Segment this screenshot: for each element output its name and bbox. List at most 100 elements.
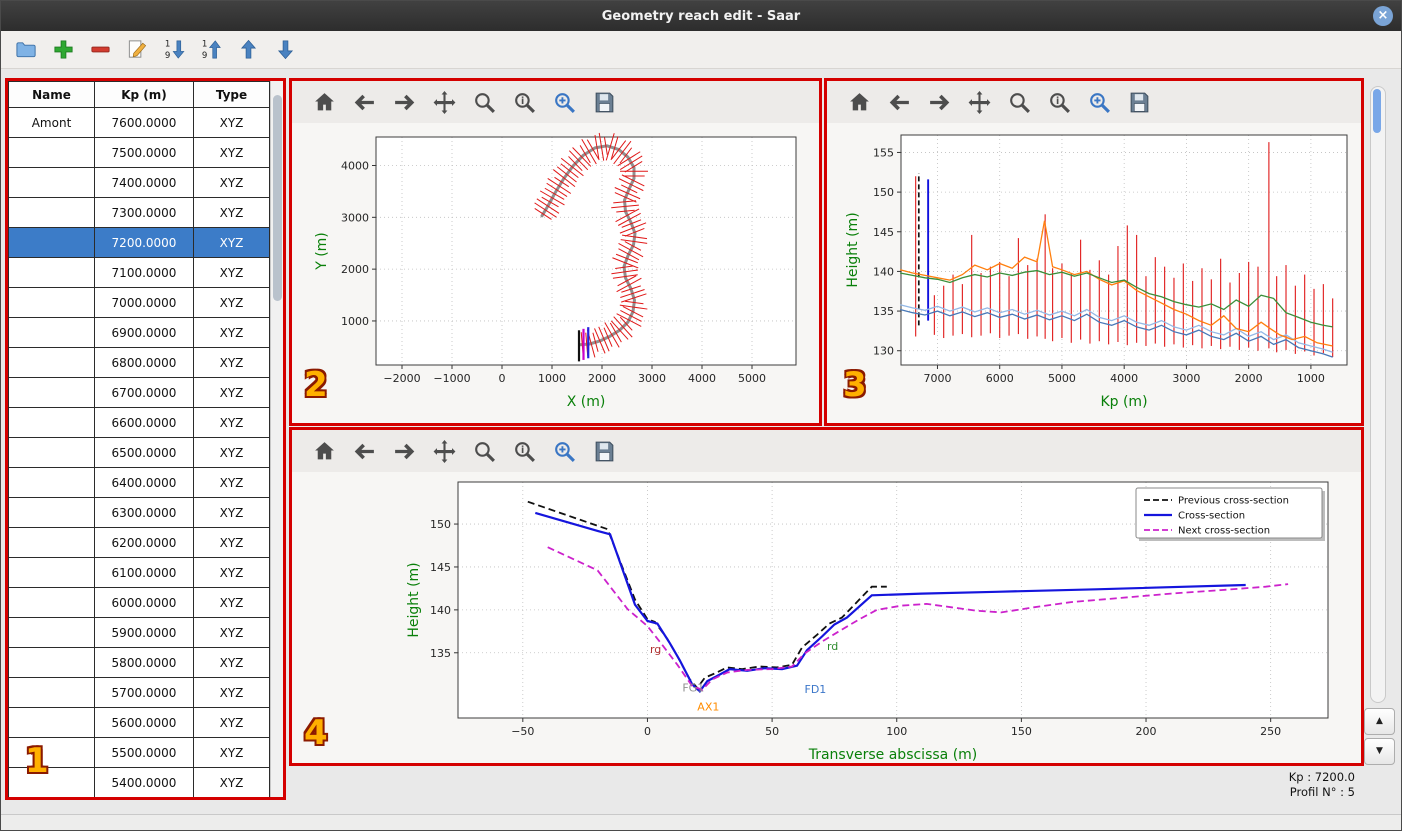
forward-button[interactable] (927, 90, 952, 115)
column-header-kp[interactable]: Kp (m) (94, 81, 194, 108)
pan-button[interactable] (967, 90, 992, 115)
edit-row-button[interactable] (126, 38, 149, 61)
table-row[interactable]: 7100.0000 XYZ (8, 257, 270, 288)
cell-type[interactable]: XYZ (193, 377, 270, 408)
save-button[interactable] (592, 439, 617, 464)
cell-kp[interactable]: 5700.0000 (94, 677, 194, 708)
cell-name[interactable] (8, 557, 95, 588)
cell-name[interactable] (8, 737, 95, 768)
cell-kp[interactable]: 7000.0000 (94, 287, 194, 318)
cell-name[interactable] (8, 617, 95, 648)
table-row[interactable]: 7500.0000 XYZ (8, 137, 270, 168)
save-button[interactable] (592, 90, 617, 115)
cell-type[interactable]: XYZ (193, 647, 270, 678)
cell-kp[interactable]: 6000.0000 (94, 587, 194, 618)
forward-button[interactable] (392, 90, 417, 115)
cell-kp[interactable]: 6300.0000 (94, 497, 194, 528)
table-row[interactable]: 7400.0000 XYZ (8, 167, 270, 198)
table-row[interactable]: 6500.0000 XYZ (8, 437, 270, 468)
cell-kp[interactable]: 5500.0000 (94, 737, 194, 768)
zoom-plus-button[interactable] (552, 439, 577, 464)
cell-kp[interactable]: 6500.0000 (94, 437, 194, 468)
table-row[interactable]: 7300.0000 XYZ (8, 197, 270, 228)
cell-name[interactable] (8, 437, 95, 468)
home-button[interactable] (312, 439, 337, 464)
table-row[interactable]: 6900.0000 XYZ (8, 317, 270, 348)
cell-name[interactable] (8, 587, 95, 618)
table-scrollbar[interactable] (270, 81, 283, 797)
cell-name[interactable] (8, 407, 95, 438)
zoom-button[interactable] (472, 439, 497, 464)
cell-name[interactable] (8, 287, 95, 318)
forward-button[interactable] (392, 439, 417, 464)
zoom-button[interactable] (1007, 90, 1032, 115)
table-row[interactable]: 5900.0000 XYZ (8, 617, 270, 648)
cell-kp[interactable]: 6800.0000 (94, 347, 194, 378)
back-button[interactable] (887, 90, 912, 115)
table-row[interactable]: 7000.0000 XYZ (8, 287, 270, 318)
cell-name[interactable] (8, 707, 95, 738)
sort-descending-button[interactable]: 19 (163, 38, 186, 61)
cell-name[interactable] (8, 317, 95, 348)
cell-kp[interactable]: 5800.0000 (94, 647, 194, 678)
close-button[interactable]: × (1373, 6, 1393, 26)
table-row[interactable]: 6700.0000 XYZ (8, 377, 270, 408)
table-row[interactable]: 7200.0000 XYZ (8, 227, 270, 258)
inspect-button[interactable]: i (512, 439, 537, 464)
table-row[interactable]: 6200.0000 XYZ (8, 527, 270, 558)
table-row[interactable]: 6400.0000 XYZ (8, 467, 270, 498)
cross-section-plot[interactable]: −50 0 50 100 150 200 250 135 140 145 150 Transverse… (292, 472, 1361, 763)
right-scrollbar-thumb[interactable] (1373, 89, 1381, 133)
home-button[interactable] (847, 90, 872, 115)
table-row[interactable]: 5600.0000 XYZ (8, 707, 270, 738)
remove-row-button[interactable] (89, 38, 112, 61)
table-row[interactable]: 6800.0000 XYZ (8, 347, 270, 378)
cell-kp[interactable]: 6700.0000 (94, 377, 194, 408)
cell-type[interactable]: XYZ (193, 197, 270, 228)
cell-type[interactable]: XYZ (193, 347, 270, 378)
back-button[interactable] (352, 439, 377, 464)
cell-kp[interactable]: 6600.0000 (94, 407, 194, 438)
cell-name[interactable] (8, 497, 95, 528)
pan-button[interactable] (432, 90, 457, 115)
cell-type[interactable]: XYZ (193, 317, 270, 348)
cell-type[interactable]: XYZ (193, 287, 270, 318)
cell-kp[interactable]: 5900.0000 (94, 617, 194, 648)
cell-type[interactable]: XYZ (193, 557, 270, 588)
cell-name[interactable] (8, 227, 95, 258)
table-row[interactable]: 6300.0000 XYZ (8, 497, 270, 528)
longitudinal-profile-plot[interactable]: 7000 6000 5000 4000 3000 2000 1000 130 135 140 145… (827, 123, 1361, 423)
longitudinal-profile-canvas[interactable]: 7000 6000 5000 4000 3000 2000 1000 130 135 140 145… (827, 123, 1361, 423)
profile-down-button[interactable]: ▼ (1364, 738, 1395, 765)
cell-kp[interactable]: 7200.0000 (94, 227, 194, 258)
cell-kp[interactable]: 7600.0000 (94, 107, 194, 138)
cell-type[interactable]: XYZ (193, 167, 270, 198)
save-button[interactable] (1127, 90, 1152, 115)
cell-type[interactable]: XYZ (193, 677, 270, 708)
cell-type[interactable]: XYZ (193, 137, 270, 168)
cell-type[interactable]: XYZ (193, 407, 270, 438)
table-scrollbar-thumb[interactable] (273, 95, 282, 301)
cell-name[interactable] (8, 527, 95, 558)
cell-name[interactable]: Amont (8, 107, 95, 138)
cell-type[interactable]: XYZ (193, 257, 270, 288)
cell-type[interactable]: XYZ (193, 527, 270, 558)
plan-view-plot[interactable]: −2000 −1000 0 1000 2000 3000 4000 5000 1000 2000 3… (292, 123, 819, 423)
cell-name[interactable] (8, 647, 95, 678)
sort-ascending-button[interactable]: 19 (200, 38, 223, 61)
table-row[interactable]: Amont 7600.0000 XYZ (8, 107, 270, 138)
cell-type[interactable]: XYZ (193, 227, 270, 258)
cell-name[interactable] (8, 137, 95, 168)
inspect-button[interactable]: i (1047, 90, 1072, 115)
cell-type[interactable]: XYZ (193, 737, 270, 768)
table-row[interactable]: 6600.0000 XYZ (8, 407, 270, 438)
cell-kp[interactable]: 7100.0000 (94, 257, 194, 288)
open-file-button[interactable] (15, 38, 38, 61)
right-scrollbar[interactable] (1370, 86, 1386, 703)
cell-type[interactable]: XYZ (193, 467, 270, 498)
add-row-button[interactable] (52, 38, 75, 61)
zoom-plus-button[interactable] (552, 90, 577, 115)
plan-view-canvas[interactable]: −2000 −1000 0 1000 2000 3000 4000 5000 1000 2000 3… (292, 123, 819, 423)
cell-type[interactable]: XYZ (193, 767, 270, 797)
cross-section-canvas[interactable]: −50 0 50 100 150 200 250 135 140 145 150 Transverse… (292, 472, 1361, 763)
